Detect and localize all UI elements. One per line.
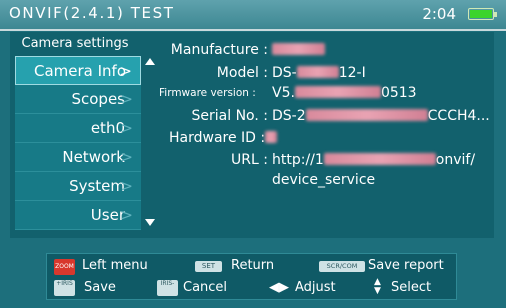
firmware-prefix: V5.	[272, 85, 295, 101]
hardware-id-value	[265, 130, 277, 146]
sidebar-item-user[interactable]: User >	[15, 201, 141, 230]
firmware-label: Firmware version :	[159, 87, 256, 99]
scroll-down-icon[interactable]	[145, 219, 155, 226]
battery-icon	[468, 8, 497, 20]
clock: 2:04	[422, 5, 456, 23]
serial-row: Serial No. : DS-2 CCCH4...	[159, 108, 494, 126]
sidebar-item-camera-info[interactable]: Camera Info >	[15, 56, 141, 85]
chevron-right-icon: >	[120, 206, 133, 224]
hint-adjust: Adjust	[295, 280, 336, 295]
url-prefix: http://1	[272, 152, 324, 168]
manufacture-value	[272, 42, 325, 58]
sidebar-item-label: System	[69, 177, 125, 195]
serial-label: Serial No. :	[191, 108, 268, 124]
chevron-right-icon: >	[119, 62, 132, 80]
model-suffix: 12-I	[338, 65, 366, 81]
redacted-value	[265, 131, 277, 143]
redacted-value	[296, 66, 339, 78]
model-label: Model :	[216, 65, 268, 81]
redacted-value	[305, 109, 428, 121]
sidebar-item-network[interactable]: Network >	[15, 143, 141, 172]
sidebar-menu: Camera Info > Scopes > eth0 > Network > …	[15, 56, 145, 230]
sidebar-item-label: Scopes	[71, 90, 125, 108]
hint-left-menu: Left menu	[82, 258, 148, 273]
up-down-arrows-icon: ▲ ▼	[374, 277, 381, 296]
chevron-right-icon: >	[120, 119, 133, 137]
url-value: http://1 onvif/	[272, 152, 475, 168]
app-title: ONVIF(2.4.1) TEST	[9, 4, 175, 22]
battery-tip	[494, 12, 497, 17]
iris-minus-key-icon: IRIS-	[157, 280, 178, 296]
sidebar-item-system[interactable]: System >	[15, 172, 141, 201]
manufacture-row: Manufacture :	[159, 42, 494, 60]
scr-com-key-icon: SCR/COM	[319, 261, 365, 272]
hint-select: Select	[391, 280, 432, 295]
url-label: URL :	[231, 152, 268, 168]
chevron-right-icon: >	[120, 148, 133, 166]
chevron-right-icon: >	[120, 177, 133, 195]
sidebar-item-label: Network	[62, 148, 125, 166]
model-value: DS- 12-I	[272, 65, 366, 81]
hardware-id-row: Hardware ID :	[159, 130, 494, 148]
left-right-arrows-icon: ◀▶	[269, 280, 289, 295]
key-hints-bar: ZOOM Left menu SET Return SCR/COM Save r…	[46, 253, 457, 300]
hardware-id-label: Hardware ID :	[169, 130, 266, 146]
url-suffix: onvif/	[435, 152, 476, 168]
serial-suffix: CCCH4...	[427, 108, 490, 124]
sidebar-item-label: User	[90, 206, 125, 224]
url-row: URL : http://1 onvif/ device_service	[159, 152, 494, 192]
redacted-value	[272, 43, 325, 55]
chevron-right-icon: >	[120, 90, 133, 108]
sidebar-item-eth0[interactable]: eth0 >	[15, 114, 141, 143]
title-bar: ONVIF(2.4.1) TEST 2:04	[0, 0, 506, 31]
iris-plus-key-icon: +IRIS	[54, 280, 75, 296]
firmware-row: Firmware version : V5. 0513	[159, 85, 494, 103]
hint-save: Save	[84, 280, 116, 295]
sidebar-item-label: Camera Info	[33, 62, 126, 80]
hint-cancel: Cancel	[183, 280, 228, 295]
sidebar-item-label: eth0	[90, 119, 125, 137]
sidebar-item-scopes[interactable]: Scopes >	[15, 85, 141, 114]
firmware-suffix: 0513	[380, 85, 417, 101]
model-prefix: DS-	[272, 65, 297, 81]
redacted-value	[294, 86, 381, 98]
redacted-value	[323, 153, 436, 165]
sidebar-heading: Camera settings	[21, 36, 129, 51]
hint-return: Return	[231, 258, 275, 273]
zoom-key-icon: ZOOM	[54, 259, 75, 275]
manufacture-label: Manufacture :	[170, 42, 268, 58]
scroll-up-icon[interactable]	[145, 58, 155, 65]
firmware-value: V5. 0513	[272, 85, 417, 101]
battery-level	[470, 10, 492, 18]
hint-save-report: Save report	[368, 258, 444, 273]
serial-prefix: DS-2	[272, 108, 306, 124]
model-row: Model : DS- 12-I	[159, 65, 494, 83]
url-value-line2: device_service	[272, 172, 376, 188]
set-key-icon: SET	[195, 261, 222, 272]
serial-value: DS-2 CCCH4...	[272, 108, 490, 124]
camera-info-panel: Manufacture : Model : DS- 12-I Firmware v…	[159, 38, 494, 228]
